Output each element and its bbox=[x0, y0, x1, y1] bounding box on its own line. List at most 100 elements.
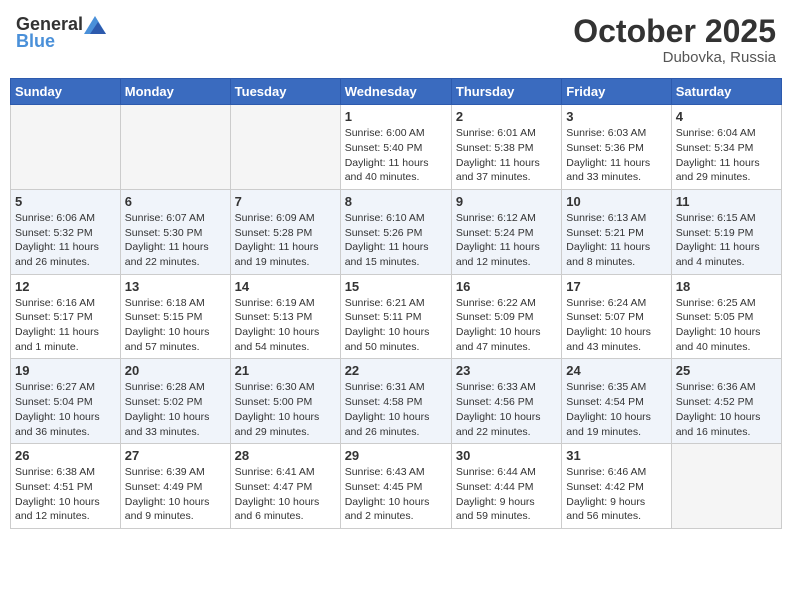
calendar-day-cell: 17 Sunrise: 6:24 AM Sunset: 5:07 PM Dayli… bbox=[562, 274, 671, 359]
weekday-header-monday: Monday bbox=[120, 79, 230, 105]
calendar-week-row: 19 Sunrise: 6:27 AM Sunset: 5:04 PM Dayli… bbox=[11, 359, 782, 444]
day-number: 8 bbox=[345, 194, 447, 209]
calendar-week-row: 12Sunrise: 6:16 AM Sunset: 5:17 PM Dayli… bbox=[11, 274, 782, 359]
day-number: 25 bbox=[676, 363, 777, 378]
calendar-day-cell: 26 Sunrise: 6:38 AM Sunset: 4:51 PM Dayli… bbox=[11, 444, 121, 529]
day-info: Sunrise: 6:36 AM Sunset: 4:52 PM Dayligh… bbox=[676, 380, 777, 439]
calendar-day-cell: 11 Sunrise: 6:15 AM Sunset: 5:19 PM Dayli… bbox=[671, 189, 781, 274]
calendar-day-cell: 6 Sunrise: 6:07 AM Sunset: 5:30 PM Daylig… bbox=[120, 189, 230, 274]
day-info: Sunrise: 6:27 AM Sunset: 5:04 PM Dayligh… bbox=[15, 380, 116, 439]
location-subtitle: Dubovka, Russia bbox=[573, 49, 776, 66]
calendar-day-cell: 4 Sunrise: 6:04 AM Sunset: 5:34 PM Daylig… bbox=[671, 105, 781, 190]
day-number: 26 bbox=[15, 448, 116, 463]
day-number: 16 bbox=[456, 279, 557, 294]
calendar-day-cell: 9 Sunrise: 6:12 AM Sunset: 5:24 PM Daylig… bbox=[451, 189, 561, 274]
weekday-header-thursday: Thursday bbox=[451, 79, 561, 105]
day-info: Sunrise: 6:43 AM Sunset: 4:45 PM Dayligh… bbox=[345, 465, 447, 524]
calendar-day-cell: 3Sunrise: 6:03 AM Sunset: 5:36 PM Daylig… bbox=[562, 105, 671, 190]
month-title: October 2025 bbox=[573, 14, 776, 49]
weekday-header-row: SundayMondayTuesdayWednesdayThursdayFrid… bbox=[11, 79, 782, 105]
day-number: 17 bbox=[566, 279, 666, 294]
calendar-day-cell: 14 Sunrise: 6:19 AM Sunset: 5:13 PM Dayli… bbox=[230, 274, 340, 359]
logo: General Blue bbox=[16, 14, 107, 52]
day-info: Sunrise: 6:22 AM Sunset: 5:09 PM Dayligh… bbox=[456, 296, 557, 355]
calendar-day-cell: 21Sunrise: 6:30 AM Sunset: 5:00 PM Dayli… bbox=[230, 359, 340, 444]
calendar-table: SundayMondayTuesdayWednesdayThursdayFrid… bbox=[10, 78, 782, 529]
weekday-header-tuesday: Tuesday bbox=[230, 79, 340, 105]
day-number: 30 bbox=[456, 448, 557, 463]
day-number: 15 bbox=[345, 279, 447, 294]
calendar-day-cell bbox=[120, 105, 230, 190]
day-number: 2 bbox=[456, 109, 557, 124]
calendar-day-cell bbox=[230, 105, 340, 190]
calendar-day-cell: 12Sunrise: 6:16 AM Sunset: 5:17 PM Dayli… bbox=[11, 274, 121, 359]
day-info: Sunrise: 6:00 AM Sunset: 5:40 PM Dayligh… bbox=[345, 126, 447, 185]
day-info: Sunrise: 6:35 AM Sunset: 4:54 PM Dayligh… bbox=[566, 380, 666, 439]
calendar-day-cell: 2Sunrise: 6:01 AM Sunset: 5:38 PM Daylig… bbox=[451, 105, 561, 190]
day-number: 11 bbox=[676, 194, 777, 209]
calendar-day-cell: 13Sunrise: 6:18 AM Sunset: 5:15 PM Dayli… bbox=[120, 274, 230, 359]
calendar-day-cell bbox=[11, 105, 121, 190]
calendar-day-cell: 30 Sunrise: 6:44 AM Sunset: 4:44 PM Dayli… bbox=[451, 444, 561, 529]
day-number: 7 bbox=[235, 194, 336, 209]
logo-blue: Blue bbox=[16, 31, 55, 52]
day-number: 23 bbox=[456, 363, 557, 378]
day-info: Sunrise: 6:31 AM Sunset: 4:58 PM Dayligh… bbox=[345, 380, 447, 439]
logo-icon bbox=[84, 16, 106, 34]
calendar-day-cell: 1 Sunrise: 6:00 AM Sunset: 5:40 PM Daylig… bbox=[340, 105, 451, 190]
day-number: 13 bbox=[125, 279, 226, 294]
calendar-day-cell: 5 Sunrise: 6:06 AM Sunset: 5:32 PM Daylig… bbox=[11, 189, 121, 274]
day-info: Sunrise: 6:16 AM Sunset: 5:17 PM Dayligh… bbox=[15, 296, 116, 355]
day-info: Sunrise: 6:03 AM Sunset: 5:36 PM Dayligh… bbox=[566, 126, 666, 185]
calendar-day-cell: 7 Sunrise: 6:09 AM Sunset: 5:28 PM Daylig… bbox=[230, 189, 340, 274]
day-info: Sunrise: 6:41 AM Sunset: 4:47 PM Dayligh… bbox=[235, 465, 336, 524]
day-info: Sunrise: 6:19 AM Sunset: 5:13 PM Dayligh… bbox=[235, 296, 336, 355]
day-info: Sunrise: 6:21 AM Sunset: 5:11 PM Dayligh… bbox=[345, 296, 447, 355]
calendar-day-cell: 22 Sunrise: 6:31 AM Sunset: 4:58 PM Dayli… bbox=[340, 359, 451, 444]
calendar-day-cell: 24Sunrise: 6:35 AM Sunset: 4:54 PM Dayli… bbox=[562, 359, 671, 444]
day-info: Sunrise: 6:09 AM Sunset: 5:28 PM Dayligh… bbox=[235, 211, 336, 270]
day-info: Sunrise: 6:33 AM Sunset: 4:56 PM Dayligh… bbox=[456, 380, 557, 439]
day-number: 19 bbox=[15, 363, 116, 378]
day-number: 31 bbox=[566, 448, 666, 463]
day-info: Sunrise: 6:10 AM Sunset: 5:26 PM Dayligh… bbox=[345, 211, 447, 270]
day-number: 29 bbox=[345, 448, 447, 463]
day-info: Sunrise: 6:44 AM Sunset: 4:44 PM Dayligh… bbox=[456, 465, 557, 524]
day-info: Sunrise: 6:12 AM Sunset: 5:24 PM Dayligh… bbox=[456, 211, 557, 270]
calendar-day-cell: 20Sunrise: 6:28 AM Sunset: 5:02 PM Dayli… bbox=[120, 359, 230, 444]
day-info: Sunrise: 6:06 AM Sunset: 5:32 PM Dayligh… bbox=[15, 211, 116, 270]
day-number: 27 bbox=[125, 448, 226, 463]
calendar-day-cell: 25 Sunrise: 6:36 AM Sunset: 4:52 PM Dayli… bbox=[671, 359, 781, 444]
day-number: 1 bbox=[345, 109, 447, 124]
day-info: Sunrise: 6:46 AM Sunset: 4:42 PM Dayligh… bbox=[566, 465, 666, 524]
calendar-week-row: 26 Sunrise: 6:38 AM Sunset: 4:51 PM Dayli… bbox=[11, 444, 782, 529]
calendar-day-cell: 28Sunrise: 6:41 AM Sunset: 4:47 PM Dayli… bbox=[230, 444, 340, 529]
calendar-day-cell: 19 Sunrise: 6:27 AM Sunset: 5:04 PM Dayli… bbox=[11, 359, 121, 444]
day-number: 10 bbox=[566, 194, 666, 209]
day-number: 9 bbox=[456, 194, 557, 209]
calendar-day-cell: 29 Sunrise: 6:43 AM Sunset: 4:45 PM Dayli… bbox=[340, 444, 451, 529]
day-number: 22 bbox=[345, 363, 447, 378]
day-number: 5 bbox=[15, 194, 116, 209]
title-block: October 2025 Dubovka, Russia bbox=[573, 14, 776, 66]
day-number: 6 bbox=[125, 194, 226, 209]
weekday-header-wednesday: Wednesday bbox=[340, 79, 451, 105]
day-info: Sunrise: 6:25 AM Sunset: 5:05 PM Dayligh… bbox=[676, 296, 777, 355]
day-number: 4 bbox=[676, 109, 777, 124]
calendar-day-cell: 15 Sunrise: 6:21 AM Sunset: 5:11 PM Dayli… bbox=[340, 274, 451, 359]
day-info: Sunrise: 6:24 AM Sunset: 5:07 PM Dayligh… bbox=[566, 296, 666, 355]
day-info: Sunrise: 6:07 AM Sunset: 5:30 PM Dayligh… bbox=[125, 211, 226, 270]
calendar-week-row: 1 Sunrise: 6:00 AM Sunset: 5:40 PM Daylig… bbox=[11, 105, 782, 190]
day-info: Sunrise: 6:38 AM Sunset: 4:51 PM Dayligh… bbox=[15, 465, 116, 524]
day-info: Sunrise: 6:13 AM Sunset: 5:21 PM Dayligh… bbox=[566, 211, 666, 270]
calendar-day-cell: 18 Sunrise: 6:25 AM Sunset: 5:05 PM Dayli… bbox=[671, 274, 781, 359]
calendar-day-cell: 8 Sunrise: 6:10 AM Sunset: 5:26 PM Daylig… bbox=[340, 189, 451, 274]
calendar-day-cell: 31 Sunrise: 6:46 AM Sunset: 4:42 PM Dayli… bbox=[562, 444, 671, 529]
calendar-day-cell: 10 Sunrise: 6:13 AM Sunset: 5:21 PM Dayli… bbox=[562, 189, 671, 274]
day-info: Sunrise: 6:04 AM Sunset: 5:34 PM Dayligh… bbox=[676, 126, 777, 185]
day-info: Sunrise: 6:30 AM Sunset: 5:00 PM Dayligh… bbox=[235, 380, 336, 439]
day-number: 18 bbox=[676, 279, 777, 294]
weekday-header-friday: Friday bbox=[562, 79, 671, 105]
day-info: Sunrise: 6:15 AM Sunset: 5:19 PM Dayligh… bbox=[676, 211, 777, 270]
day-number: 14 bbox=[235, 279, 336, 294]
